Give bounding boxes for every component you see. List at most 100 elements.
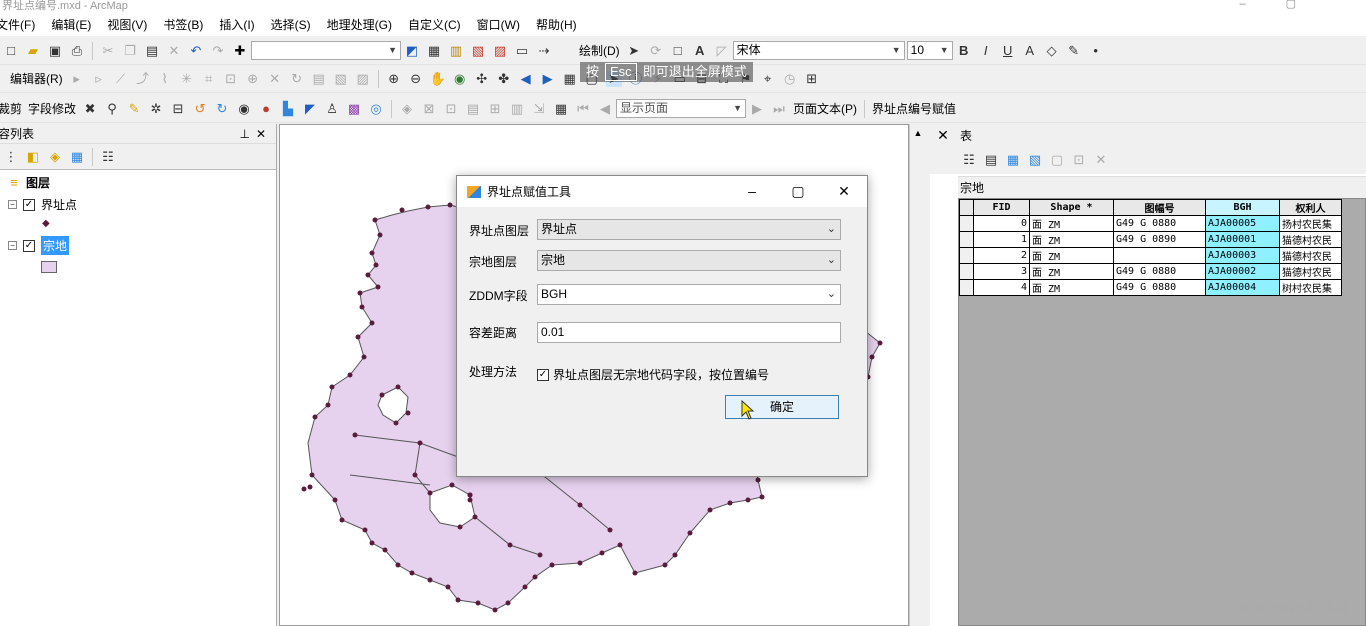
previous-page-icon[interactable]: ◀	[597, 101, 613, 117]
pan-icon[interactable]: ✋	[430, 71, 446, 87]
callout-icon[interactable]: ◸	[714, 43, 730, 59]
badge-icon[interactable]: ◎	[368, 101, 384, 117]
bold-icon[interactable]: B	[956, 43, 972, 59]
record-icon[interactable]: ●	[258, 101, 274, 117]
edit-annotation-icon[interactable]: ▹	[91, 71, 107, 87]
switch-selection-icon[interactable]: ▧	[1027, 152, 1043, 168]
undo-icon[interactable]: ↶	[188, 43, 204, 59]
edit-vertices-icon[interactable]: ⌗	[201, 71, 217, 87]
row-selector[interactable]	[959, 231, 974, 248]
text-icon[interactable]: A	[692, 43, 708, 59]
building-icon[interactable]: ▙	[280, 101, 296, 117]
catalog-icon[interactable]: ▥	[448, 43, 464, 59]
python-window-icon[interactable]: ▭	[514, 43, 530, 59]
editor-menu[interactable]: 编辑器(R)	[10, 70, 63, 87]
table-row[interactable]: 3 面 ZM G49 G 0880 AJA00002 猫德村农民	[959, 263, 1342, 280]
row-selector[interactable]	[959, 247, 974, 264]
row-selector[interactable]	[959, 215, 974, 232]
menu-edit[interactable]: 编辑(E)	[43, 16, 99, 33]
refresh-icon[interactable]: ↺	[192, 101, 208, 117]
toc-layer-jzd[interactable]: − ✓ 界址点	[8, 196, 77, 213]
table-row[interactable]: 1 面 ZM G49 G 0890 AJA00001 猫德村农民	[959, 231, 1342, 248]
full-extent-icon[interactable]: ◉	[452, 71, 468, 87]
map-vertical-scrollbar[interactable]: ▲	[909, 124, 926, 626]
layout-export-icon[interactable]: ⇲	[531, 101, 547, 117]
attributes-icon[interactable]: ▤	[311, 71, 327, 87]
split-icon[interactable]: ✕	[267, 71, 283, 87]
zd-layer-select[interactable]: 宗地 ⌄	[537, 250, 841, 271]
list-by-visibility-icon[interactable]: ◈	[47, 149, 63, 165]
list-by-selection-icon[interactable]: ▦	[69, 149, 85, 165]
arctoolbox-icon[interactable]: ▨	[492, 43, 508, 59]
table-options-icon[interactable]: ☷	[961, 152, 977, 168]
camera-icon[interactable]: ◉	[236, 101, 252, 117]
menu-geoprocessing[interactable]: 地理处理(G)	[319, 16, 400, 33]
layout-page-icon[interactable]: ▤	[465, 101, 481, 117]
page-text-menu[interactable]: 页面文本(P)	[793, 100, 857, 117]
toc-layer-zd[interactable]: − ✓ 宗地	[8, 236, 70, 255]
delete-icon[interactable]: ✕	[166, 43, 182, 59]
delete-selected-icon[interactable]: ✕	[1093, 152, 1109, 168]
search-window-icon[interactable]: ▧	[470, 43, 486, 59]
menu-view[interactable]: 视图(V)	[99, 16, 155, 33]
draw-menu[interactable]: 绘制(D)	[579, 42, 620, 59]
end-point-arc-icon[interactable]: ⤴	[135, 71, 151, 87]
sketch-properties-icon[interactable]: ▧	[333, 71, 349, 87]
marker-color-icon[interactable]: •	[1088, 43, 1104, 59]
reshape-icon[interactable]: ⊡	[223, 71, 239, 87]
create-viewer-icon[interactable]: ⊞	[804, 71, 820, 87]
row-selector[interactable]	[959, 279, 974, 296]
column-header[interactable]: BGH	[1205, 199, 1280, 216]
row-selector-header[interactable]	[959, 199, 974, 216]
create-features-icon[interactable]: ▨	[355, 71, 371, 87]
jzd-symbol[interactable]: ◆	[42, 218, 50, 229]
point-icon[interactable]: ✳	[179, 71, 195, 87]
zoom-out-icon[interactable]: ⊖	[408, 71, 424, 87]
copy-icon[interactable]: ❐	[122, 43, 138, 59]
list-by-source-icon[interactable]: ◧	[25, 149, 41, 165]
jzd-layer-select[interactable]: 界址点 ⌄	[537, 219, 841, 240]
last-page-icon[interactable]: ⏭	[771, 101, 787, 117]
layer-visibility-checkbox[interactable]: ✓	[23, 198, 35, 211]
trace-icon[interactable]: ⌇	[157, 71, 173, 87]
row-selector[interactable]	[959, 263, 974, 280]
clear-selection-icon[interactable]: ▢	[1049, 152, 1065, 168]
layout-pan-icon[interactable]: ⊠	[421, 101, 437, 117]
method-checkbox-row[interactable]: ✓ 界址点图层无宗地代码字段，按位置编号	[537, 366, 769, 383]
table-row[interactable]: 0 面 ZM G49 G 0880 AJA00005 扬村农民集	[959, 215, 1342, 232]
column-header[interactable]: 图幅号	[1113, 199, 1206, 216]
menu-file[interactable]: 文件(F)	[0, 16, 43, 33]
fill-color-icon[interactable]: ◇	[1044, 43, 1060, 59]
corner-icon[interactable]: ◤	[302, 101, 318, 117]
layer-visibility-checkbox[interactable]: ✓	[23, 239, 35, 252]
select-by-attributes-icon[interactable]: ▦	[1005, 152, 1021, 168]
new-document-icon[interactable]: □	[3, 43, 19, 59]
scale-combo[interactable]: ▼	[251, 41, 401, 60]
menu-bookmarks[interactable]: 书签(B)	[155, 16, 211, 33]
toc-options-icon[interactable]: ☷	[100, 149, 116, 165]
menu-customize[interactable]: 自定义(C)	[400, 16, 469, 33]
layout-tool-icon[interactable]: ◈	[399, 101, 415, 117]
filter-icon[interactable]: ⚲	[104, 101, 120, 117]
zoom-to-selected-icon[interactable]: ⊡	[1071, 152, 1087, 168]
font-size-combo[interactable]: 10 ▼	[906, 41, 953, 60]
editor-toolbar-icon[interactable]: ◩	[404, 43, 420, 59]
menu-help[interactable]: 帮助(H)	[528, 16, 585, 33]
pencil-icon[interactable]: ✎	[126, 101, 142, 117]
fixed-zoom-in-icon[interactable]: ✣	[474, 71, 490, 87]
data-driven-icon[interactable]: ▦	[553, 101, 569, 117]
collapse-icon[interactable]: −	[8, 200, 17, 209]
rectangle-icon[interactable]: □	[670, 43, 686, 59]
collapse-icon[interactable]: −	[8, 241, 17, 250]
scroll-up-icon[interactable]: ▲	[910, 124, 926, 138]
clip-menu[interactable]: 裁剪	[0, 100, 22, 117]
tolerance-input[interactable]: 0.01	[537, 322, 841, 343]
attribute-grid[interactable]: FID Shape * 图幅号 BGH 权利人 0 面 ZM G49 G 088…	[958, 198, 1366, 626]
column-header[interactable]: Shape *	[1029, 199, 1114, 216]
table-row[interactable]: 4 面 ZM G49 G 0880 AJA00004 树村农民集	[959, 279, 1342, 296]
straight-segment-icon[interactable]: ⟋	[113, 71, 129, 87]
next-page-icon[interactable]: ▶	[749, 101, 765, 117]
method-checkbox[interactable]: ✓	[537, 368, 549, 381]
tools-icon[interactable]: ✖	[82, 101, 98, 117]
time-slider-icon[interactable]: ◷	[782, 71, 798, 87]
